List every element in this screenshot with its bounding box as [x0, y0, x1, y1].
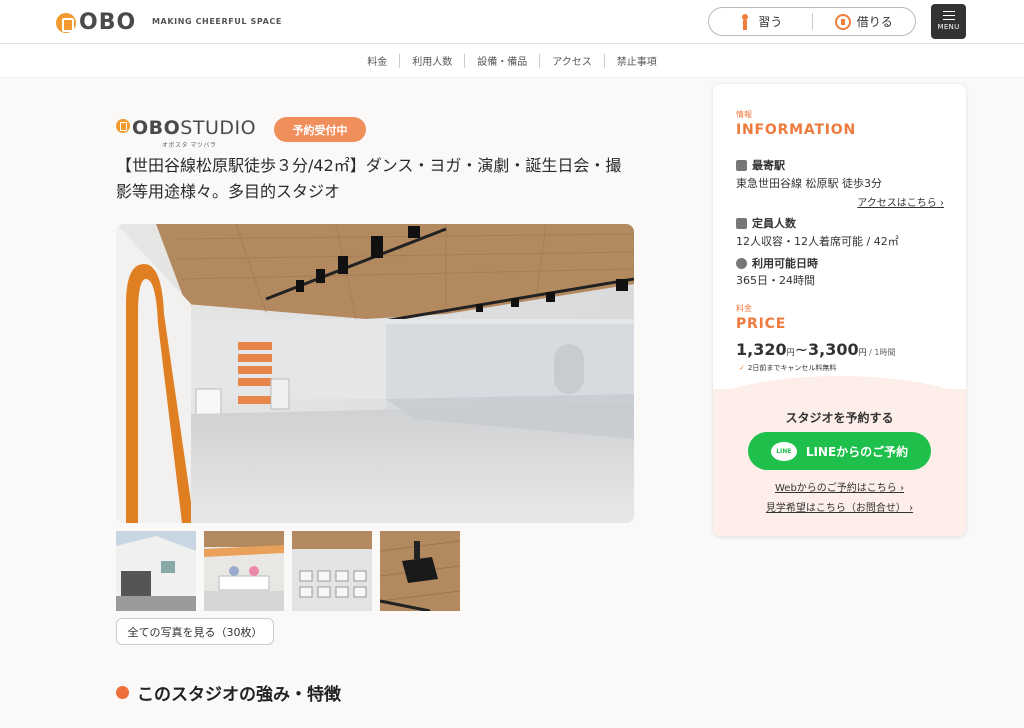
line-reserve-label: LINEからのご予約: [805, 444, 909, 459]
price-small-label: 料金: [736, 304, 752, 313]
studio-photo-illustration: [116, 224, 634, 523]
chevron-right-icon: ›: [900, 483, 904, 494]
hours-value: 365日・24時間: [736, 274, 815, 287]
subnav-item-access[interactable]: アクセス: [540, 53, 604, 68]
thumbnail-party[interactable]: [204, 531, 284, 611]
station-value: 東急世田谷線 松原駅 徒歩3分: [736, 177, 882, 190]
key-icon: [834, 13, 851, 30]
subnav-item-rules[interactable]: 禁止事項: [605, 53, 669, 68]
main-studio-photo[interactable]: [116, 224, 634, 523]
person-icon: [738, 13, 752, 30]
thumbnail-exterior[interactable]: [116, 531, 196, 611]
capacity-icon: [736, 217, 747, 229]
price-heading: PRICE: [736, 316, 787, 332]
hours-label-text: 利用可能日時: [752, 257, 818, 270]
cancel-note: ✓ 2日前までキャンセル料無料: [739, 363, 836, 373]
subnav-item-equipment[interactable]: 設備・備品: [465, 53, 539, 68]
chevron-right-icon: ›: [940, 198, 944, 209]
menu-label: MENU: [937, 23, 960, 31]
clock-icon: [736, 257, 747, 269]
web-reserve-link[interactable]: Webからのご予約はこちら ›: [713, 479, 966, 494]
info-card: 情報 INFORMATION 最寄駅 東急世田谷線 松原駅 徒歩3分 アクセスは…: [713, 84, 966, 536]
price-range: 1,320円~3,300円 / 1時間: [736, 340, 896, 359]
studio-brand-light: STUDIO: [180, 117, 257, 139]
line-icon: LINE: [770, 441, 797, 461]
photo-thumbnails: [116, 531, 460, 611]
thumbnail-projector[interactable]: [380, 531, 460, 611]
view-all-photos-button[interactable]: 全ての写真を見る（30枚）: [116, 618, 274, 645]
info-small-label: 情報: [736, 110, 752, 119]
visit-inquiry-link[interactable]: 見学希望はこちら（お問合せ） ›: [713, 499, 966, 514]
studio-logo-mark-icon: [116, 119, 130, 133]
logo-mark-icon: [56, 12, 76, 33]
sub-navigation: 料金 利用人数 設備・備品 アクセス 禁止事項: [0, 44, 1024, 78]
thumbnail-projector-image: [380, 531, 460, 611]
status-badge: 予約受付中: [274, 117, 366, 142]
price-separator: ~: [794, 340, 809, 359]
page-title: 【世田谷線松原駅徒歩３分/42㎡】ダンス・ヨガ・演劇・誕生日会・撮影等用途様々。…: [116, 156, 622, 201]
chevron-right-icon: ›: [909, 503, 914, 514]
thumbnail-exterior-image: [116, 531, 196, 611]
web-reserve-link-text: Webからのご予約はこちら: [775, 483, 897, 494]
price-min: 1,320: [736, 340, 787, 359]
nav-narau-label: 習う: [758, 15, 783, 29]
thumbnail-party-image: [204, 531, 284, 611]
studio-brand-kana: オボスタ マツバラ: [162, 142, 217, 149]
logo-text: OBO: [79, 10, 137, 35]
capacity-label-text: 定員人数: [752, 217, 796, 230]
access-link-text: アクセスはこちら: [857, 198, 937, 209]
section-bullet-icon: [116, 686, 129, 699]
line-reserve-button[interactable]: LINE LINEからのご予約: [748, 432, 931, 470]
price-per-hour: / 1時間: [866, 348, 896, 357]
subnav-item-price[interactable]: 料金: [355, 53, 399, 68]
price-unit: 円: [786, 348, 795, 357]
visit-inquiry-link-text: 見学希望はこちら（お問合せ）: [765, 503, 906, 514]
price-unit: 円: [858, 348, 867, 357]
nav-kariru-button[interactable]: 借りる: [813, 8, 916, 35]
hours-label: 利用可能日時: [736, 255, 818, 271]
check-icon: ✓: [739, 364, 745, 372]
cancel-note-text: 2日前までキャンセル料無料: [747, 364, 837, 372]
studio-logo: OBOSTUDIO オボスタ マツバラ: [116, 117, 256, 149]
subnav-item-capacity[interactable]: 利用人数: [400, 53, 464, 68]
capacity-label: 定員人数: [736, 215, 796, 231]
menu-button[interactable]: MENU: [931, 4, 966, 39]
thumbnail-seating[interactable]: [292, 531, 372, 611]
station-label: 最寄駅: [736, 157, 785, 173]
features-section-heading: このスタジオの強み・特徴: [116, 680, 341, 705]
info-heading: INFORMATION: [736, 122, 857, 138]
thumbnail-seating-image: [292, 531, 372, 611]
studio-brand-bold: OBO: [132, 117, 181, 139]
nav-kariru-label: 借りる: [856, 15, 893, 29]
train-icon: [736, 159, 747, 171]
reserve-title: スタジオを予約する: [785, 411, 894, 425]
capacity-value: 12人収容・12人着席可能 / 42㎡: [736, 235, 899, 248]
nav-narau-button[interactable]: 習う: [709, 8, 812, 35]
price-max: 3,300: [808, 340, 859, 359]
access-link[interactable]: アクセスはこちら ›: [857, 194, 944, 209]
station-label-text: 最寄駅: [752, 159, 785, 172]
hamburger-icon: [942, 11, 955, 20]
features-section-title: このスタジオの強み・特徴: [137, 685, 341, 705]
site-header: OBO MAKING CHEERFUL SPACE 習う 借りる MENU: [0, 0, 1024, 44]
site-tagline: MAKING CHEERFUL SPACE: [152, 17, 282, 26]
header-pill-nav: 習う 借りる: [708, 7, 916, 36]
site-logo[interactable]: OBO: [56, 10, 136, 35]
